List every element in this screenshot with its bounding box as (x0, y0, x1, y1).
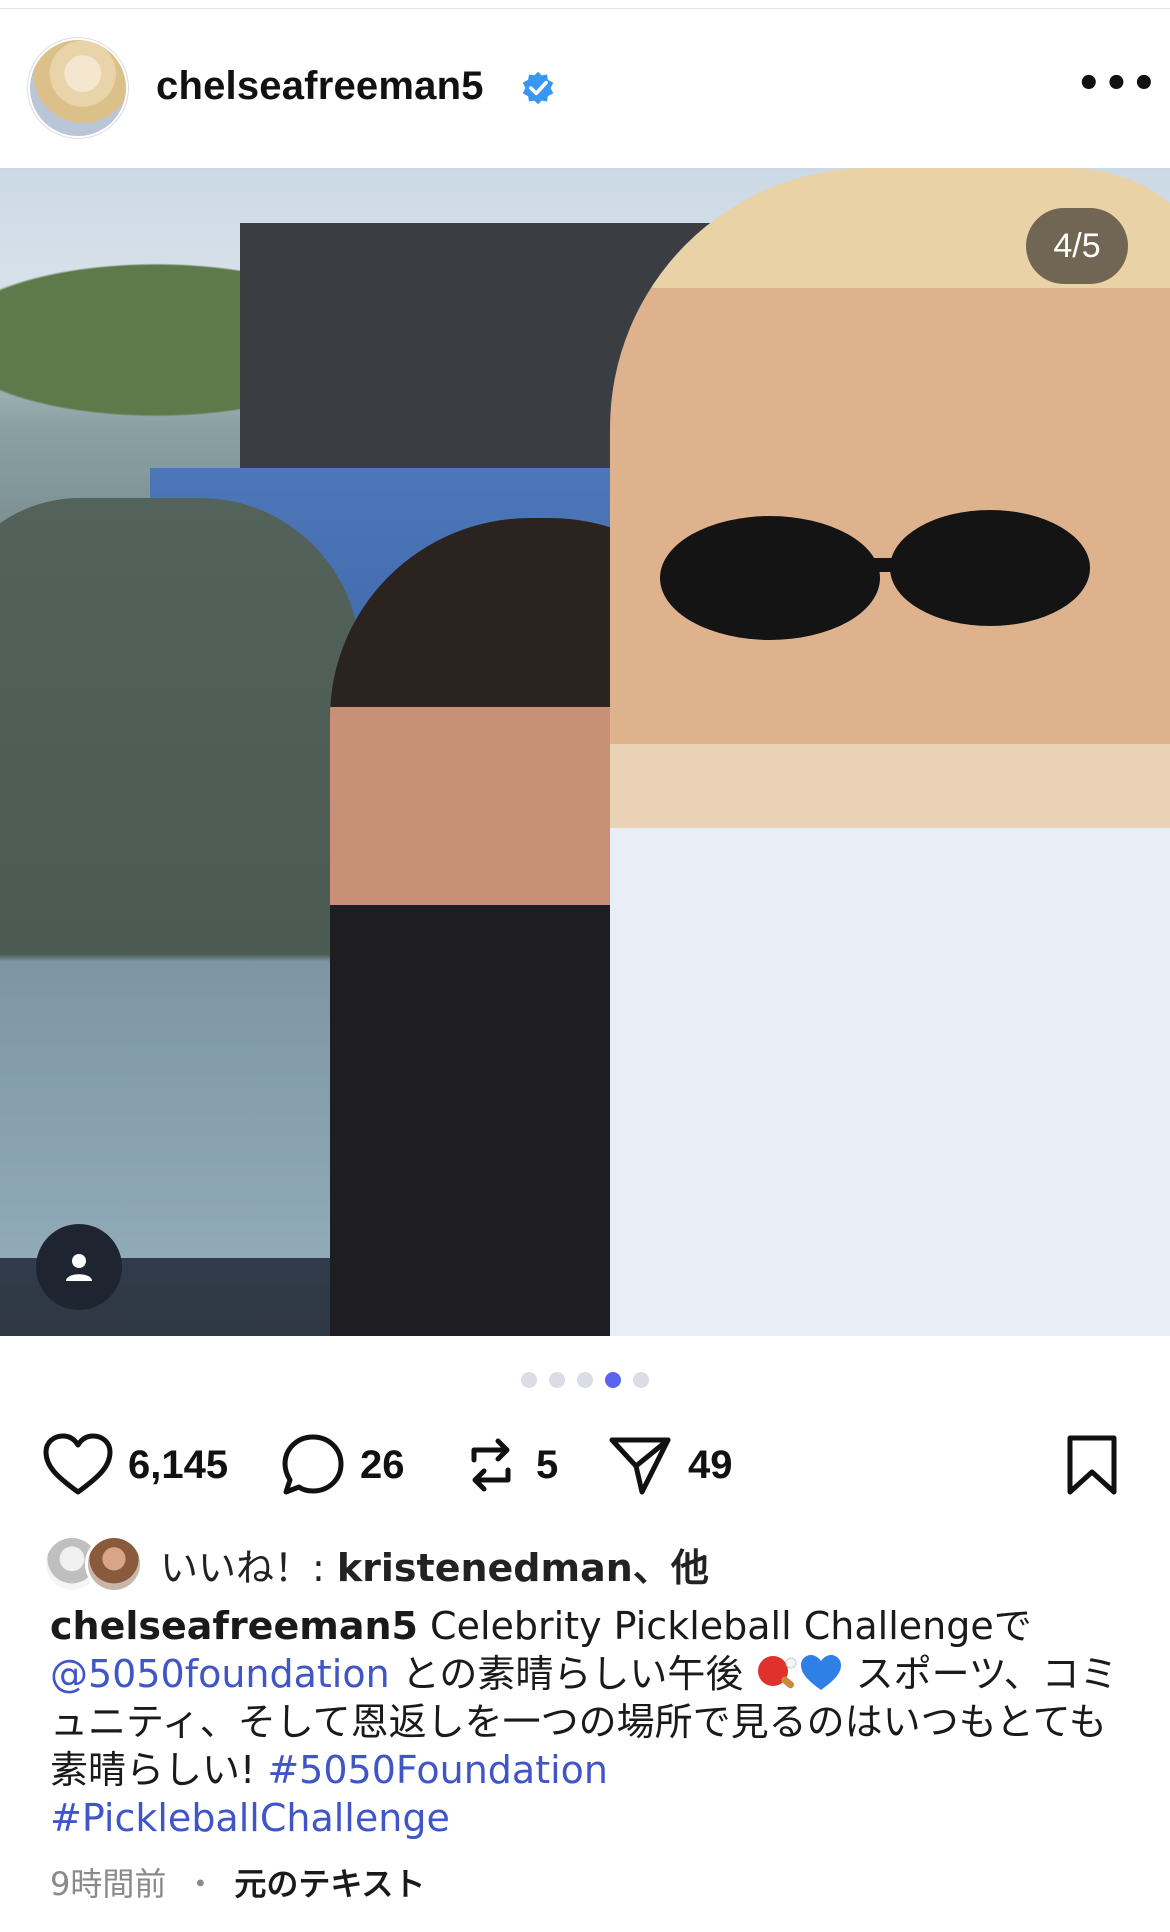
photo-person-left (0, 498, 360, 1258)
see-original-text-link[interactable]: 元のテキスト (234, 1859, 425, 1905)
repost-count: 5 (536, 1442, 559, 1487)
share-count: 49 (688, 1442, 733, 1487)
repost-action[interactable]: 5 (460, 1432, 558, 1498)
post-footer: 9時間前 ・ 元のテキスト (50, 1859, 425, 1905)
caption-hashtag[interactable]: #5050Foundation (267, 1748, 608, 1792)
repost-icon[interactable] (460, 1432, 522, 1498)
photo-counter: 4/5 (1026, 208, 1128, 284)
top-divider (0, 8, 1170, 9)
carousel-dots (0, 1372, 1170, 1392)
post-caption: chelseafreeman5 Celebrity Pickleball Cha… (50, 1602, 1130, 1842)
liked-by-row[interactable]: いいね！: kristenedman、他 (46, 1534, 709, 1594)
blue-heart-emoji-icon (801, 1655, 842, 1690)
share-action[interactable]: 49 (606, 1432, 733, 1498)
heart-icon[interactable] (42, 1432, 114, 1498)
post-photo[interactable]: 4/5 (0, 168, 1170, 1336)
caption-text: Celebrity Pickleball Challengeで (417, 1604, 1032, 1648)
liked-by-suffix[interactable]: 、他 (633, 1546, 709, 1590)
caption-mention[interactable]: @5050foundation (50, 1652, 390, 1696)
comment-icon[interactable] (280, 1432, 346, 1498)
liked-by-avatars (46, 1536, 146, 1592)
comment-action[interactable]: 26 (280, 1432, 405, 1498)
tagged-people-button[interactable] (36, 1224, 122, 1310)
post-username[interactable]: chelseafreeman5 (156, 64, 484, 109)
profile-avatar[interactable] (30, 40, 126, 136)
share-icon[interactable] (606, 1432, 674, 1498)
ping-pong-emoji-icon (758, 1656, 797, 1689)
post-header: chelseafreeman5 ••• (0, 30, 1170, 150)
photo-person-right (610, 168, 1170, 1336)
like-action[interactable]: 6,145 (42, 1432, 228, 1498)
caption-username[interactable]: chelseafreeman5 (50, 1604, 418, 1648)
more-options-icon[interactable]: ••• (1076, 64, 1157, 104)
verified-badge-icon (522, 71, 554, 105)
post-actions: 6,145 26 5 49 (0, 1420, 1170, 1510)
liked-by-text: いいね！: kristenedman、他 (160, 1537, 709, 1592)
carousel-dot (633, 1372, 649, 1388)
liked-by-prefix: いいね！: (160, 1545, 337, 1590)
post-timestamp: 9時間前 (50, 1865, 167, 1903)
photo-sunglasses (660, 510, 1090, 640)
carousel-dot (577, 1372, 593, 1388)
person-icon (66, 1254, 92, 1281)
bookmark-icon[interactable] (1064, 1434, 1120, 1496)
liked-by-user[interactable]: kristenedman (337, 1546, 633, 1590)
caption-hashtag[interactable]: #PickleballChallenge (50, 1796, 450, 1840)
carousel-dot (549, 1372, 565, 1388)
caption-text: との素晴らしい午後 (389, 1652, 756, 1696)
comment-count: 26 (360, 1442, 405, 1487)
carousel-dot-active (605, 1372, 621, 1388)
footer-separator: ・ (184, 1865, 217, 1903)
like-count: 6,145 (128, 1442, 229, 1487)
carousel-dot (521, 1372, 537, 1388)
liker-avatar (88, 1538, 140, 1590)
